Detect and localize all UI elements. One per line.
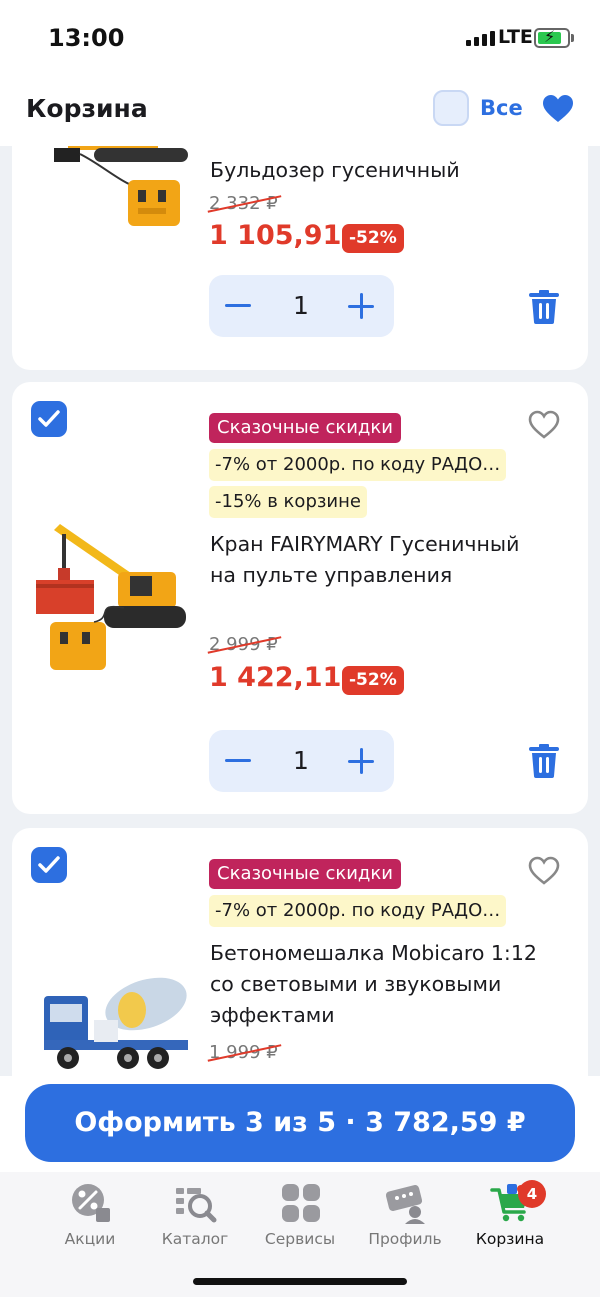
catalog-search-icon — [176, 1188, 217, 1223]
tab-services[interactable]: Сервисы — [240, 1178, 360, 1248]
discount-badge: -52% — [342, 224, 404, 253]
item-old-price: 1 999 ₽ — [207, 1042, 282, 1063]
favorite-heart-icon[interactable] — [528, 856, 560, 886]
item-name[interactable]: Бульдозер гусеничный — [210, 155, 540, 186]
select-all-label[interactable]: Все — [480, 96, 523, 120]
tab-label: Каталог — [161, 1230, 229, 1248]
tab-profile[interactable]: Профиль — [345, 1178, 465, 1248]
promo-badge: Сказочные скидки — [209, 859, 401, 889]
services-grid-icon — [282, 1184, 320, 1222]
decrease-button[interactable] — [225, 759, 251, 762]
bulldozer-image — [54, 146, 188, 226]
tab-catalog[interactable]: Каталог — [135, 1178, 255, 1248]
item-name[interactable]: Бетономешалка Mobicaro 1:12 со световыми… — [210, 938, 540, 1031]
quantity-stepper: 1 — [209, 275, 394, 337]
tab-promotions[interactable]: Акции — [30, 1178, 150, 1248]
tab-cart[interactable]: Корзина — [450, 1178, 570, 1248]
tab-label: Акции — [64, 1230, 116, 1248]
signal-icon — [466, 30, 495, 46]
decrease-button[interactable] — [225, 304, 251, 307]
crane-image — [36, 524, 186, 670]
item-checkbox[interactable] — [31, 847, 67, 883]
checkout-bar: Оформить 3 из 5 · 3 782,59 ₽ — [0, 1076, 600, 1172]
page-header: Корзина Все — [0, 76, 600, 146]
home-indicator[interactable] — [193, 1278, 407, 1285]
tab-label: Корзина — [475, 1230, 545, 1248]
favorite-heart-icon[interactable] — [528, 410, 560, 440]
profile-icon — [385, 1185, 425, 1224]
item-name[interactable]: Кран FAIRYMARY Гусеничный на пульте упра… — [210, 529, 540, 591]
promo-badge: Сказочные скидки — [209, 413, 401, 443]
network-label: LTE — [498, 26, 533, 48]
cart-discount-badge: -15% в корзине — [209, 486, 367, 518]
cart-item-bulldozer: Бульдозер гусеничный 2 332 ₽ 1 105,91 ₽ … — [12, 146, 588, 370]
delete-trash-icon[interactable] — [528, 290, 560, 324]
promo-code-badge: -7% от 2000р. по коду РАДО… — [209, 895, 507, 927]
status-time: 13:00 — [48, 24, 125, 52]
battery-icon: ⚡ — [534, 27, 570, 48]
status-bar: 13:00 LTE ⚡ — [0, 0, 600, 76]
cart-item-crane: Сказочные скидки -7% от 2000р. по коду Р… — [12, 382, 588, 814]
favorites-heart-icon[interactable] — [542, 94, 574, 124]
increase-button[interactable] — [348, 748, 374, 774]
item-checkbox[interactable] — [31, 401, 67, 437]
item-old-price: 2 999 ₽ — [207, 634, 282, 655]
checkout-button[interactable]: Оформить 3 из 5 · 3 782,59 ₽ — [25, 1084, 575, 1162]
tab-label: Сервисы — [264, 1230, 336, 1248]
quantity-value: 1 — [293, 746, 309, 775]
select-all-checkbox[interactable] — [433, 90, 469, 126]
cart-item-concrete-mixer: Сказочные скидки -7% от 2000р. по коду Р… — [12, 828, 588, 1076]
discount-badge: -52% — [342, 666, 404, 695]
promo-code-badge: -7% от 2000р. по коду РАДО… — [209, 449, 507, 481]
page-title: Корзина — [26, 94, 148, 123]
delete-trash-icon[interactable] — [528, 744, 560, 778]
increase-button[interactable] — [348, 293, 374, 319]
tab-label: Профиль — [368, 1230, 442, 1248]
concrete-mixer-image — [44, 977, 188, 1069]
cart-list[interactable]: Бульдозер гусеничный 2 332 ₽ 1 105,91 ₽ … — [0, 146, 600, 1076]
quantity-value: 1 — [293, 291, 309, 320]
cart-count-badge: 4 — [518, 1180, 546, 1208]
item-old-price: 2 332 ₽ — [207, 193, 282, 214]
percent-icon — [72, 1184, 110, 1222]
quantity-stepper: 1 — [209, 730, 394, 792]
